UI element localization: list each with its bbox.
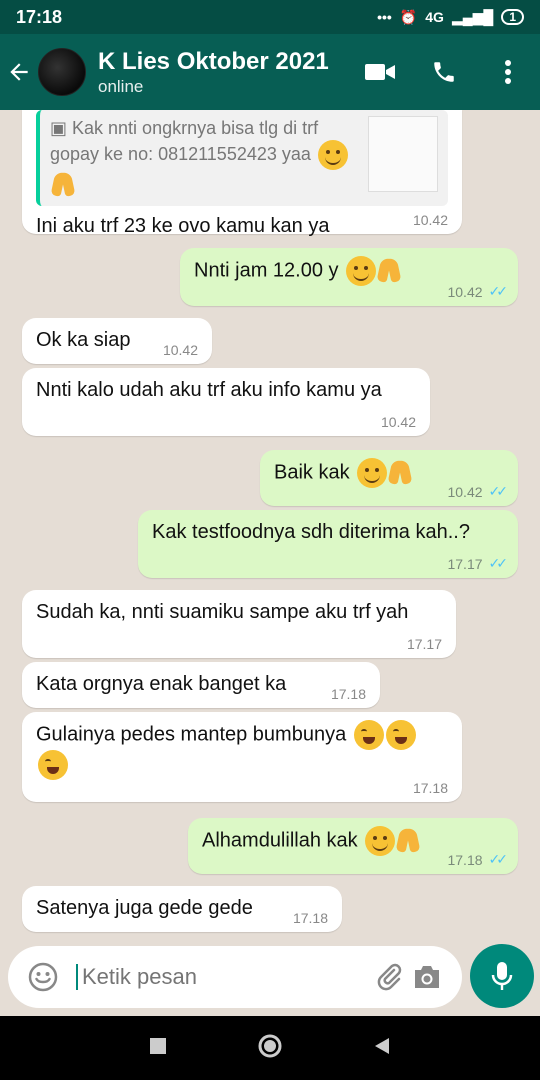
- message-time: 10.42: [162, 342, 198, 358]
- voice-record-button[interactable]: [470, 944, 534, 1008]
- message-time: 17.17: [406, 636, 442, 652]
- drooling-emoji-icon: [353, 720, 384, 750]
- triangle-back-icon: [375, 1037, 389, 1054]
- voice-call-button[interactable]: [412, 34, 476, 110]
- message-incoming[interactable]: Kata orgnya enak banget ka 17.18: [22, 662, 380, 708]
- network-label: 4G: [425, 9, 444, 25]
- message-incoming[interactable]: ▣ Kak nnti ongkrnya bisa tlg di trf gopa…: [22, 110, 462, 237]
- message-text: Kak testfoodnya sdh diterima kah..?: [152, 521, 470, 543]
- alarm-icon: ⏰: [399, 8, 418, 25]
- camera-icon: [415, 966, 439, 988]
- signal-icon: ▂▄▆█: [451, 8, 494, 25]
- paperclip-icon: [377, 963, 402, 991]
- message-time: 10.42: [412, 212, 448, 228]
- camera-button[interactable]: [408, 958, 446, 996]
- menu-button[interactable]: [476, 34, 540, 110]
- message-input[interactable]: [76, 964, 370, 990]
- message-time: 10.42: [447, 283, 483, 300]
- message-time: 10.42: [380, 414, 416, 430]
- read-receipt-icon: ✓✓: [488, 283, 509, 299]
- message-text: Alhamdulillah kak: [202, 829, 358, 852]
- contact-status: online: [98, 77, 144, 96]
- smile-emoji-icon: [346, 256, 377, 286]
- system-nav-bar: [0, 1016, 540, 1080]
- message-outgoing[interactable]: Baik kak 10.42 ✓✓: [260, 450, 518, 506]
- smile-emoji-icon: [317, 140, 348, 170]
- message-text: Nnti jam 12.00 y: [194, 259, 339, 282]
- message-time: 17.17: [447, 555, 483, 572]
- chat-area[interactable]: ▣ Kak nnti ongkrnya bisa tlg di trf gopa…: [0, 110, 540, 940]
- emoji-button[interactable]: [24, 958, 62, 996]
- message-time: 17.18: [447, 851, 483, 868]
- message-time: 17.18: [412, 780, 448, 796]
- pray-emoji-icon: [376, 256, 402, 286]
- smile-emoji-icon: [357, 458, 388, 488]
- message-incoming[interactable]: Satenya juga gede gede 17.18: [22, 886, 342, 932]
- status-time: 17:18: [16, 6, 63, 27]
- back-nav-button[interactable]: [373, 1036, 391, 1061]
- message-text: Baik kak: [274, 461, 350, 484]
- video-call-button[interactable]: [348, 34, 412, 110]
- smile-emoji-icon: [365, 826, 396, 856]
- read-receipt-icon: ✓✓: [488, 851, 509, 867]
- back-button[interactable]: [0, 34, 38, 110]
- pray-emoji-icon: [387, 458, 413, 488]
- status-bar: 17:18 ••• ⏰ 4G ▂▄▆█ 1: [0, 0, 540, 34]
- video-camera-icon: [365, 64, 395, 80]
- message-time: 10.42: [447, 483, 483, 500]
- attach-button[interactable]: [370, 958, 408, 996]
- message-outgoing[interactable]: Alhamdulillah kak 17.18 ✓✓: [188, 818, 518, 874]
- battery-icon: 1: [501, 9, 524, 25]
- message-incoming[interactable]: Nnti kalo udah aku trf aku info kamu ya …: [22, 368, 430, 436]
- message-time: 17.18: [292, 910, 328, 926]
- home-button[interactable]: [257, 1033, 283, 1064]
- message-text: Ini aku trf 23 ke ovo kamu kan ya: [36, 215, 330, 237]
- contact-name: K Lies Oktober 2021: [98, 48, 329, 75]
- message-time: 17.18: [330, 686, 366, 702]
- drooling-emoji-icon: [385, 720, 416, 750]
- message-text: Sudah ka, nnti suamiku sampe aku trf yah: [36, 601, 409, 623]
- emoji-icon: [28, 962, 58, 992]
- message-text: Gulainya pedes mantep bumbunya: [36, 723, 347, 746]
- read-receipt-icon: ✓✓: [488, 483, 509, 499]
- pray-emoji-icon: [395, 826, 421, 856]
- status-icons: ••• ⏰ 4G ▂▄▆█ 1: [377, 9, 524, 26]
- pray-emoji-icon: [50, 170, 76, 200]
- message-incoming[interactable]: Gulainya pedes mantep bumbunya 17.18: [22, 712, 462, 802]
- quoted-text: Kak nnti ongkrnya bisa tlg di trf gopay …: [50, 118, 319, 164]
- message-text: Nnti kalo udah aku trf aku info kamu ya: [36, 379, 382, 401]
- quoted-message[interactable]: ▣ Kak nnti ongkrnya bisa tlg di trf gopa…: [36, 110, 448, 206]
- drooling-emoji-icon: [38, 750, 68, 780]
- chat-header: K Lies Oktober 2021 online: [0, 34, 540, 110]
- message-incoming[interactable]: Sudah ka, nnti suamiku sampe aku trf yah…: [22, 590, 456, 658]
- avatar[interactable]: [38, 48, 86, 96]
- circle-icon: [258, 1034, 282, 1057]
- message-composer: [8, 946, 462, 1008]
- recents-button[interactable]: [149, 1037, 167, 1060]
- message-text: Kata orgnya enak banget ka: [36, 673, 287, 695]
- more-vertical-icon: [505, 60, 511, 84]
- more-dots-icon: •••: [377, 9, 392, 25]
- message-incoming[interactable]: Ok ka siap 10.42: [22, 318, 212, 364]
- microphone-icon: [491, 962, 513, 990]
- arrow-left-icon: [10, 63, 28, 81]
- quoted-image-thumbnail: [368, 116, 438, 192]
- message-text: Satenya juga gede gede: [36, 897, 253, 919]
- message-outgoing[interactable]: Kak testfoodnya sdh diterima kah..? 17.1…: [138, 510, 518, 578]
- message-outgoing[interactable]: Nnti jam 12.00 y 10.42 ✓✓: [180, 248, 518, 306]
- contact-info[interactable]: K Lies Oktober 2021 online: [98, 47, 348, 97]
- square-icon: [150, 1037, 166, 1054]
- phone-icon: [434, 62, 454, 82]
- image-icon: ▣: [50, 118, 73, 138]
- read-receipt-icon: ✓✓: [488, 555, 509, 571]
